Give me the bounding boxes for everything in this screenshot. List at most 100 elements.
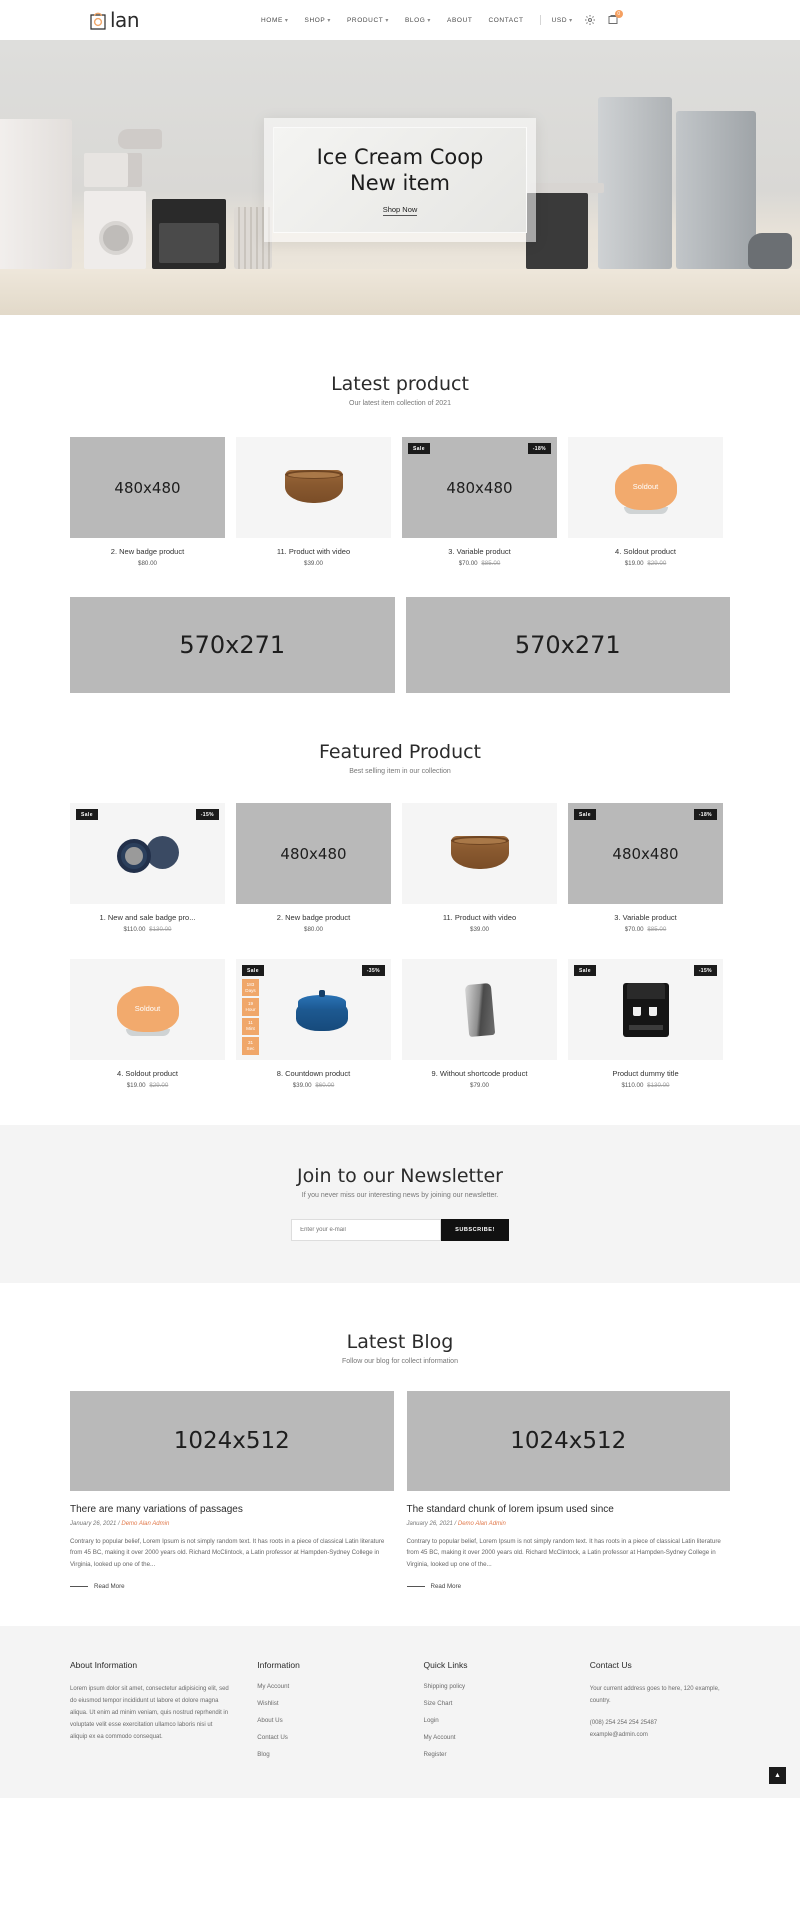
footer-contact-email[interactable]: example@admin.com [590, 1729, 730, 1741]
settings-gear-button[interactable] [584, 14, 596, 26]
price-current: $110.00 [123, 926, 146, 933]
footer-information-column: Information My Account Wishlist About Us… [257, 1660, 397, 1768]
blog-thumbnail[interactable]: 1024x512 [406, 1391, 730, 1491]
footer-link-login[interactable]: Login [424, 1717, 564, 1724]
dash-icon [70, 1586, 88, 1588]
product-thumbnail[interactable]: Sale -35% 183 Days 19 Hour 11 Mint 31 Se… [236, 959, 391, 1060]
product-name: 1. New and sale badge pro... [99, 913, 196, 922]
product-thumbnail[interactable] [402, 803, 557, 904]
countdown-unit: Days [245, 987, 256, 993]
newsletter-subscribe-button[interactable]: SUBSCRIBE! [441, 1219, 509, 1241]
product-card[interactable]: Soldout 4. Soldout product $19.00 $29.00 [568, 437, 723, 567]
iron-decor [118, 129, 162, 149]
dutch-oven-image [292, 989, 352, 1031]
site-header: lan HOME ▾ SHOP ▾ PRODUCT ▾ BLOG ▾ ABOUT [0, 0, 800, 40]
product-thumbnail[interactable]: Sale -15% [70, 803, 225, 904]
scroll-to-top-button[interactable]: ▲ [769, 1767, 786, 1785]
footer-link-shipping-policy[interactable]: Shipping policy [424, 1683, 564, 1690]
blog-post-author[interactable]: Demo Alan Admin [458, 1521, 506, 1527]
product-thumbnail[interactable] [236, 437, 391, 538]
footer-link-size-chart[interactable]: Size Chart [424, 1700, 564, 1707]
sale-badge: Sale [242, 965, 264, 976]
read-more-button[interactable]: Read More [406, 1583, 731, 1590]
nav-item-blog[interactable]: BLOG ▾ [405, 17, 431, 24]
price-old: $85.00 [481, 560, 501, 567]
product-card[interactable]: 480x480 2. New badge product $80.00 [70, 437, 225, 567]
price-old: $29.00 [647, 560, 667, 567]
section-title: Join to our Newsletter [297, 1165, 503, 1187]
promo-banner[interactable]: 570x271 [70, 597, 395, 693]
product-card[interactable]: Sale -18% 480x480 3. Variable product $7… [568, 803, 723, 933]
nav-item-home[interactable]: HOME ▾ [261, 17, 289, 24]
site-logo[interactable]: lan [88, 8, 140, 32]
blog-post-title[interactable]: The standard chunk of lorem ipsum used s… [407, 1504, 731, 1515]
footer-contact-column: Contact Us Your current address goes to … [590, 1660, 730, 1768]
chevron-down-icon: ▾ [427, 17, 432, 24]
footer-link-my-account[interactable]: My Account [257, 1683, 397, 1690]
price-current: $110.00 [621, 1082, 644, 1089]
blog-post-title[interactable]: There are many variations of passages [70, 1504, 394, 1515]
newsletter-email-input[interactable] [291, 1219, 442, 1241]
product-card[interactable]: Sale -35% 183 Days 19 Hour 11 Mint 31 Se… [236, 959, 391, 1089]
footer-link-about-us[interactable]: About Us [257, 1717, 397, 1724]
shop-now-button[interactable]: Shop Now [382, 205, 418, 217]
countdown-seconds: 31 Sec [242, 1037, 259, 1055]
footer-contact-phone[interactable]: (008) 254 254 254 25487 [590, 1717, 730, 1729]
currency-selector[interactable]: USD ▾ [552, 17, 573, 24]
chevron-down-icon: ▾ [569, 17, 573, 24]
product-card[interactable]: Soldout 4. Soldout product $19.00 $29.00 [70, 959, 225, 1089]
product-price: $70.00 $85.00 [402, 560, 557, 567]
blog-post-author[interactable]: Demo Alan Admin [121, 1521, 169, 1527]
product-card[interactable]: 11. Product with video $39.00 [236, 437, 391, 567]
footer-link-register[interactable]: Register [424, 1751, 564, 1758]
latest-product-heading: Latest product Our latest item collectio… [70, 373, 730, 407]
product-thumbnail[interactable]: 480x480 [236, 803, 391, 904]
product-thumbnail[interactable]: Sale -15% [568, 959, 723, 1060]
nav-item-product[interactable]: PRODUCT ▾ [347, 17, 389, 24]
footer-link-contact-us[interactable]: Contact Us [257, 1734, 397, 1741]
banner-label: 570x271 [514, 631, 621, 659]
soldout-pot-image: Soldout [116, 984, 179, 1036]
hero-title: Ice Cream Coop New item [317, 144, 484, 197]
product-price: $39.00 [236, 560, 391, 567]
blog-card[interactable]: 1024x512 The standard chunk of lorem ips… [406, 1391, 731, 1590]
banner-label: 570x271 [179, 631, 286, 659]
sale-badge: Sale [574, 809, 596, 820]
sale-badge: Sale [574, 965, 596, 976]
discount-badge: -15% [195, 809, 219, 820]
footer-link-my-account[interactable]: My Account [424, 1734, 564, 1741]
product-card[interactable]: 480x480 2. New badge product $80.00 [236, 803, 391, 933]
product-card[interactable]: 11. Product with video $39.00 [402, 803, 557, 933]
currency-label: USD [551, 16, 568, 24]
fridge-right-decor [598, 97, 672, 269]
product-thumbnail[interactable]: Soldout [70, 959, 225, 1060]
countdown-days: 183 Days [242, 979, 259, 997]
product-thumbnail[interactable]: Soldout [568, 437, 723, 538]
nav-item-contact[interactable]: CONTACT [488, 17, 523, 24]
blog-card[interactable]: 1024x512 There are many variations of pa… [70, 1391, 394, 1590]
product-price: $110.00 $130.00 [568, 1082, 723, 1089]
footer-link-wishlist[interactable]: Wishlist [257, 1700, 397, 1707]
product-thumbnail[interactable] [402, 959, 557, 1060]
nav-item-shop[interactable]: SHOP ▾ [305, 17, 331, 24]
cart-button[interactable]: 0 [607, 10, 623, 26]
nav-label: SHOP [304, 16, 326, 24]
product-card[interactable]: Sale -15% Product dummy title $110.00 $1… [568, 959, 723, 1089]
product-thumbnail[interactable]: Sale -18% 480x480 [568, 803, 723, 904]
featured-product-grid-row1: Sale -15% 1. New and sale badge pro... $… [70, 803, 730, 933]
product-thumbnail[interactable]: Sale -18% 480x480 [402, 437, 557, 538]
blog-thumbnail[interactable]: 1024x512 [70, 1391, 394, 1491]
footer-column-title: Quick Links [423, 1660, 468, 1671]
product-thumbnail[interactable]: 480x480 [70, 437, 225, 538]
blog-post-date: January 26, 2021 / [70, 1521, 120, 1527]
promo-banner[interactable]: 570x271 [405, 597, 730, 693]
product-card[interactable]: Sale -15% 1. New and sale badge pro... $… [70, 803, 225, 933]
product-card[interactable]: 9. Without shortcode product $79.00 [402, 959, 557, 1089]
product-card[interactable]: Sale -18% 480x480 3. Variable product $7… [402, 437, 557, 567]
nav-item-about[interactable]: ABOUT [447, 17, 472, 24]
footer-quick-links-column: Quick Links Shipping policy Size Chart L… [424, 1660, 564, 1768]
footer-link-blog[interactable]: Blog [257, 1751, 397, 1758]
read-more-button[interactable]: Read More [70, 1583, 394, 1590]
section-title: Latest product [331, 373, 469, 395]
latest-product-section: Latest product Our latest item collectio… [70, 315, 730, 693]
